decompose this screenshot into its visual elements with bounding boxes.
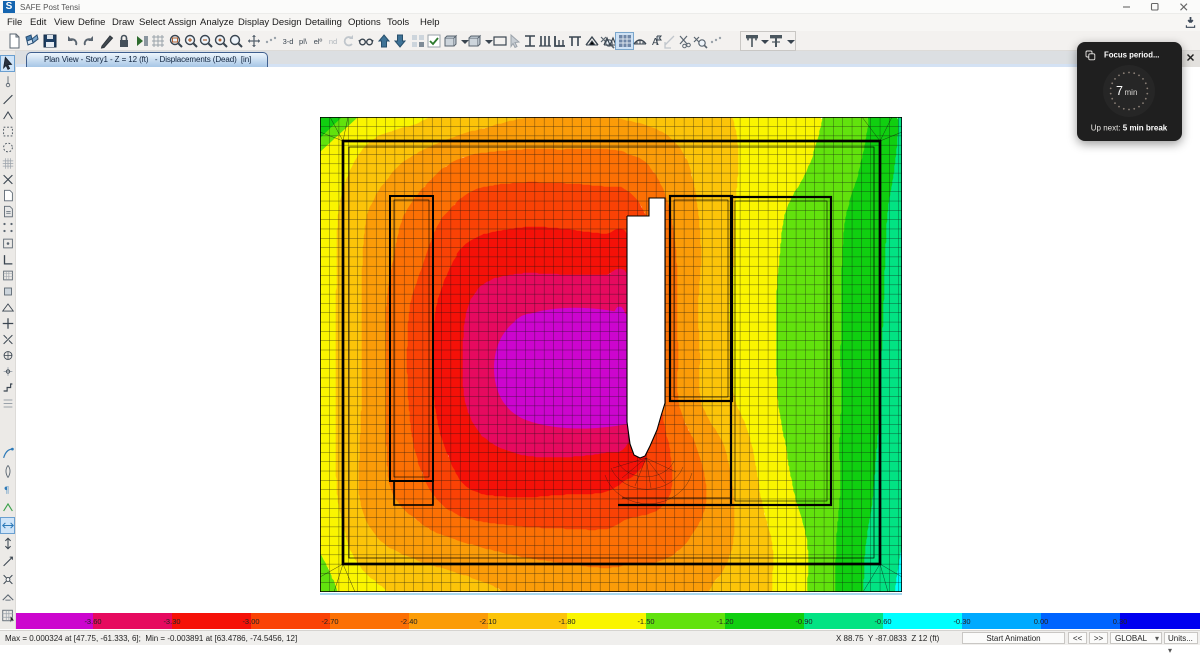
svg-text:7: 7 [1116, 84, 1123, 98]
svg-text:min: min [1125, 88, 1138, 97]
svg-text:Up next: 5 min break: Up next: 5 min break [1091, 124, 1168, 133]
svg-text:¶: ¶ [5, 485, 10, 496]
svg-text:Focus period...: Focus period... [1104, 51, 1159, 60]
